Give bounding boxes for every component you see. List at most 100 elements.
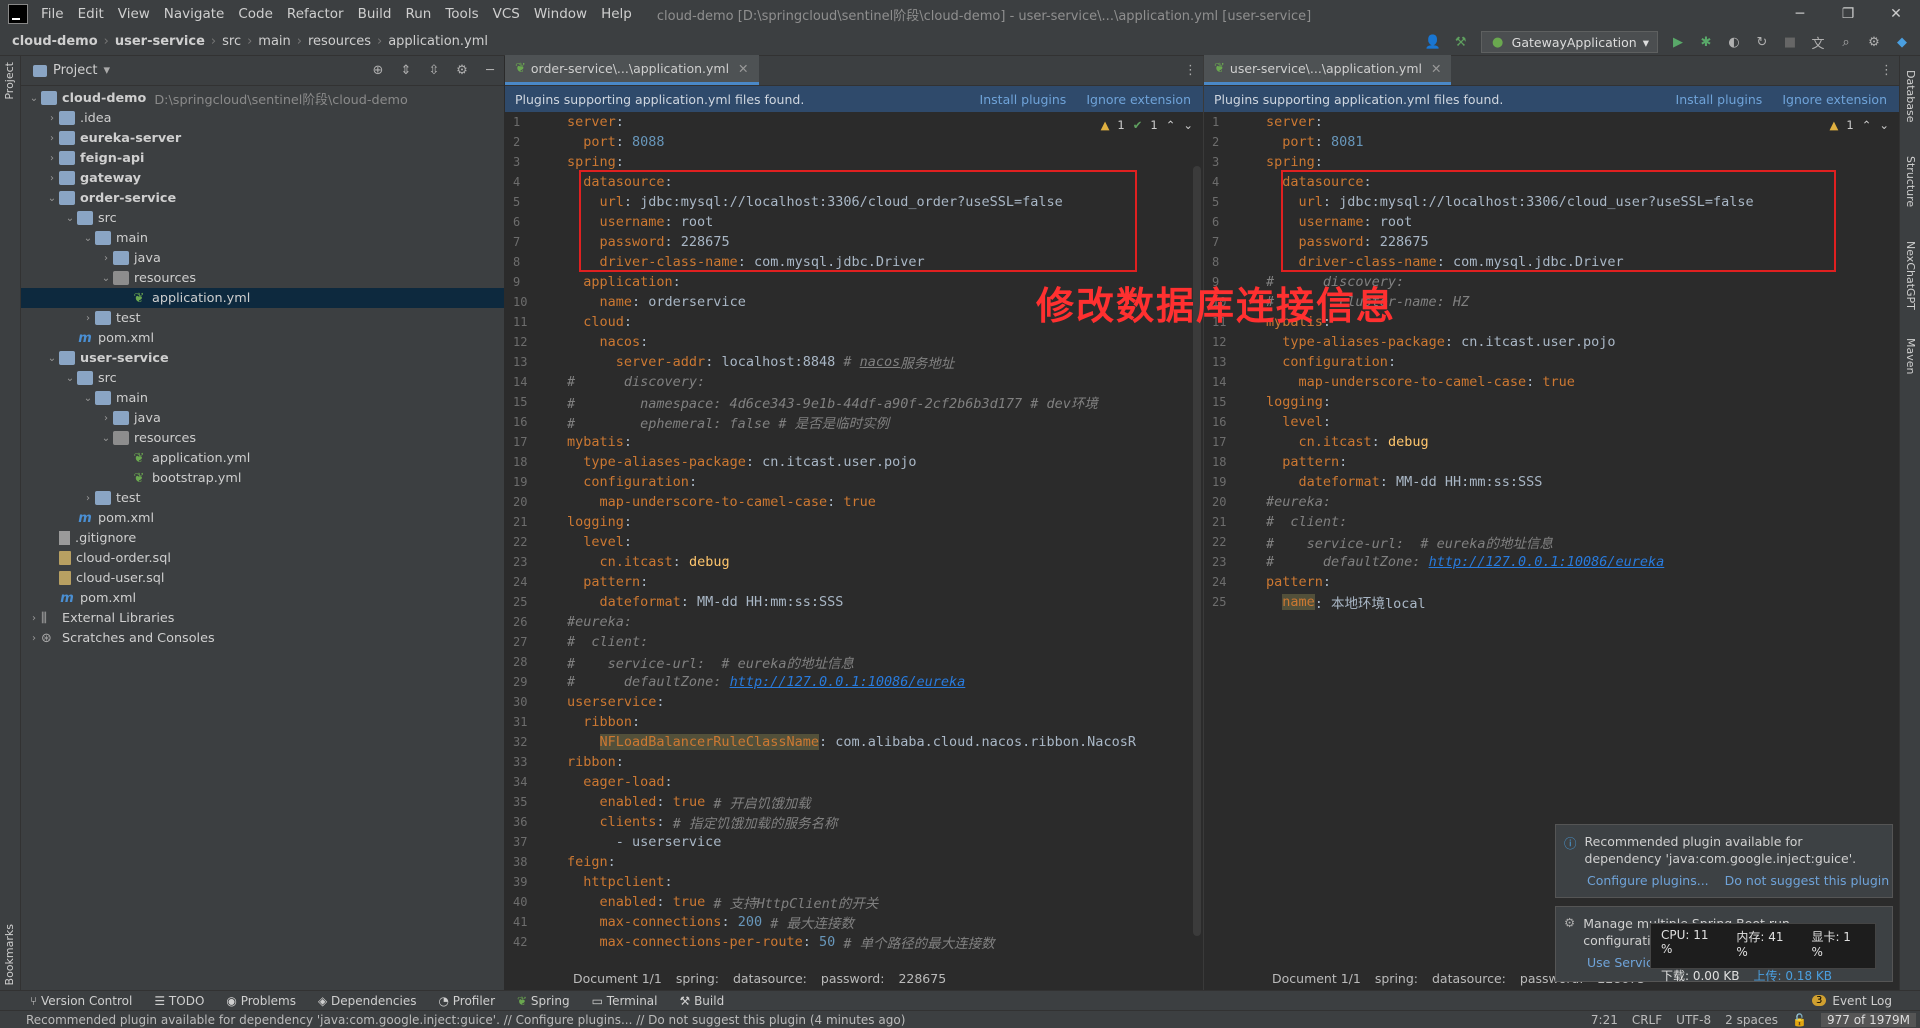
menu-run[interactable]: Run bbox=[398, 6, 438, 22]
tree-item[interactable]: › ⫼ External Libraries bbox=[21, 608, 504, 628]
structure-crumb[interactable]: Document 1/1 bbox=[1272, 971, 1361, 986]
code-line[interactable]: 22 level: bbox=[505, 532, 1203, 552]
breadcrumb-item[interactable]: src bbox=[222, 34, 241, 49]
tree-item[interactable]: cloud-user.sql bbox=[21, 568, 504, 588]
close-tab-icon[interactable]: ✕ bbox=[1431, 61, 1441, 76]
structure-crumb[interactable]: 228675 bbox=[898, 971, 946, 986]
menu-file[interactable]: File bbox=[34, 6, 71, 22]
code-line[interactable]: 40 enabled: true # 支持HttpClient的开关 bbox=[505, 892, 1203, 912]
code-line[interactable]: 30 userservice: bbox=[505, 692, 1203, 712]
breadcrumb-item[interactable]: cloud-demo bbox=[12, 34, 98, 49]
run-configuration-select[interactable]: ● GatewayApplication ▾ bbox=[1480, 31, 1658, 53]
code-line[interactable]: 21 # client: bbox=[1204, 512, 1899, 532]
stop-icon[interactable]: ■ bbox=[1782, 34, 1798, 50]
code-line[interactable]: 32 NFLoadBalancerRuleClassName: com.alib… bbox=[505, 732, 1203, 752]
tool-problems[interactable]: ◉ Problems bbox=[226, 994, 296, 1008]
tree-item[interactable]: › feign-api bbox=[21, 148, 504, 168]
nexchatgpt-tool-tab[interactable]: NexChatGPT bbox=[1904, 241, 1917, 310]
chevron-down-icon[interactable]: ⌄ bbox=[45, 193, 59, 204]
structure-crumb[interactable]: password: bbox=[821, 971, 885, 986]
more-options-icon[interactable]: ⋮ bbox=[1184, 63, 1197, 78]
build-hammer-icon[interactable]: ⚒ bbox=[1453, 34, 1469, 50]
user-icon[interactable]: 👤 bbox=[1425, 34, 1441, 50]
profile-icon[interactable]: ↻ bbox=[1754, 34, 1770, 50]
code-line[interactable]: 28 # service-url: # eureka的地址信息 bbox=[505, 652, 1203, 672]
plugin-icon[interactable]: ◆ bbox=[1894, 34, 1910, 50]
database-tool-tab[interactable]: Database bbox=[1904, 70, 1917, 123]
do-not-suggest-link[interactable]: Do not suggest this plugin bbox=[1725, 873, 1890, 888]
code-line[interactable]: 38 feign: bbox=[505, 852, 1203, 872]
tool-todo[interactable]: ☰ TODO bbox=[154, 994, 204, 1008]
code-line[interactable]: 17 cn.itcast: debug bbox=[1204, 432, 1899, 452]
code-line[interactable]: 26 #eureka: bbox=[505, 612, 1203, 632]
tool-terminal[interactable]: ▭ Terminal bbox=[592, 994, 658, 1008]
code-line[interactable]: 24 pattern: bbox=[505, 572, 1203, 592]
tree-item[interactable]: › test bbox=[21, 488, 504, 508]
breadcrumb-item[interactable]: resources bbox=[308, 34, 371, 49]
code-line[interactable]: 13 configuration: bbox=[1204, 352, 1899, 372]
chevron-right-icon[interactable]: › bbox=[45, 153, 59, 164]
menu-code[interactable]: Code bbox=[231, 6, 280, 22]
tree-item[interactable]: ❦ application.yml bbox=[21, 448, 504, 468]
tree-item[interactable]: ❦ bootstrap.yml bbox=[21, 468, 504, 488]
run-icon[interactable]: ▶ bbox=[1670, 34, 1686, 50]
code-line[interactable]: 14 map-underscore-to-camel-case: true bbox=[1204, 372, 1899, 392]
chevron-right-icon[interactable]: › bbox=[27, 613, 41, 624]
menu-refactor[interactable]: Refactor bbox=[280, 6, 351, 22]
structure-crumb[interactable]: datasource: bbox=[1432, 971, 1506, 986]
line-separator[interactable]: CRLF bbox=[1632, 1013, 1662, 1027]
lock-icon[interactable]: 🔓 bbox=[1792, 1013, 1807, 1027]
code-line[interactable]: 42 max-connections-per-route: 50 # 单个路径的… bbox=[505, 932, 1203, 952]
configure-plugins-link[interactable]: Configure plugins... bbox=[1587, 873, 1709, 888]
search-icon[interactable]: ⌕ bbox=[1838, 34, 1854, 50]
code-line[interactable]: 25 dateformat: MM-dd HH:mm:ss:SSS bbox=[505, 592, 1203, 612]
status-message[interactable]: Recommended plugin available for depende… bbox=[26, 1013, 905, 1027]
menu-edit[interactable]: Edit bbox=[71, 6, 111, 22]
code-line[interactable]: 24 pattern: bbox=[1204, 572, 1899, 592]
chevron-down-icon[interactable]: ⌄ bbox=[27, 93, 41, 104]
tool-build[interactable]: ⚒ Build bbox=[680, 994, 725, 1008]
code-line[interactable]: 3 spring: bbox=[505, 152, 1203, 172]
menu-navigate[interactable]: Navigate bbox=[157, 6, 232, 22]
chevron-right-icon[interactable]: › bbox=[27, 633, 41, 644]
structure-crumb[interactable]: Document 1/1 bbox=[573, 971, 662, 986]
code-line[interactable]: 34 eager-load: bbox=[505, 772, 1203, 792]
code-line[interactable]: 16 # ephemeral: false # 是否是临时实例 bbox=[505, 412, 1203, 432]
bookmarks-tool-tab[interactable]: Bookmarks bbox=[3, 924, 16, 985]
locate-icon[interactable]: ⊕ bbox=[370, 62, 386, 78]
code-line[interactable]: 41 max-connections: 200 # 最大连接数 bbox=[505, 912, 1203, 932]
code-line[interactable]: 39 httpclient: bbox=[505, 872, 1203, 892]
tool-profiler[interactable]: ◔ Profiler bbox=[438, 994, 495, 1008]
tree-item[interactable]: ⌄ resources bbox=[21, 428, 504, 448]
structure-crumb[interactable]: datasource: bbox=[733, 971, 807, 986]
code-line[interactable]: 18 type-aliases-package: cn.itcast.user.… bbox=[505, 452, 1203, 472]
tree-item[interactable]: › ⊛ Scratches and Consoles bbox=[21, 628, 504, 648]
code-line[interactable]: 27 # client: bbox=[505, 632, 1203, 652]
tool-dependencies[interactable]: ◈ Dependencies bbox=[318, 994, 416, 1008]
settings-gear-icon[interactable]: ⚙ bbox=[1866, 34, 1882, 50]
translate-icon[interactable]: 文 bbox=[1810, 34, 1826, 52]
chevron-right-icon[interactable]: › bbox=[45, 173, 59, 184]
tree-item[interactable]: ⌄ resources bbox=[21, 268, 504, 288]
code-line[interactable]: 36 clients: # 指定饥饿加载的服务名称 bbox=[505, 812, 1203, 832]
code-line[interactable]: 1 server: bbox=[1204, 112, 1899, 132]
code-line[interactable]: 21 logging: bbox=[505, 512, 1203, 532]
menu-build[interactable]: Build bbox=[351, 6, 399, 22]
tree-item[interactable]: ❦ application.yml bbox=[21, 288, 504, 308]
tree-item[interactable]: m pom.xml bbox=[21, 588, 504, 608]
code-line[interactable]: 25 name: 本地环境local bbox=[1204, 592, 1899, 612]
tool-spring[interactable]: ❦ Spring bbox=[517, 994, 570, 1008]
collapse-all-icon[interactable]: ⇳ bbox=[426, 62, 442, 78]
menu-vcs[interactable]: VCS bbox=[486, 6, 527, 22]
structure-crumb[interactable]: spring: bbox=[676, 971, 719, 986]
project-tool-tab[interactable]: Project bbox=[3, 62, 16, 100]
coverage-icon[interactable]: ◐ bbox=[1726, 34, 1742, 50]
close-tab-icon[interactable]: ✕ bbox=[738, 61, 748, 76]
chevron-right-icon[interactable]: › bbox=[45, 113, 59, 124]
tree-item[interactable]: ⌄ main bbox=[21, 388, 504, 408]
tree-item[interactable]: › .idea bbox=[21, 108, 504, 128]
ignore-extension-link[interactable]: Ignore extension bbox=[1782, 92, 1887, 107]
tree-item[interactable]: ⌄ user-service bbox=[21, 348, 504, 368]
debug-icon[interactable]: ✱ bbox=[1698, 34, 1714, 50]
tree-item[interactable]: cloud-order.sql bbox=[21, 548, 504, 568]
